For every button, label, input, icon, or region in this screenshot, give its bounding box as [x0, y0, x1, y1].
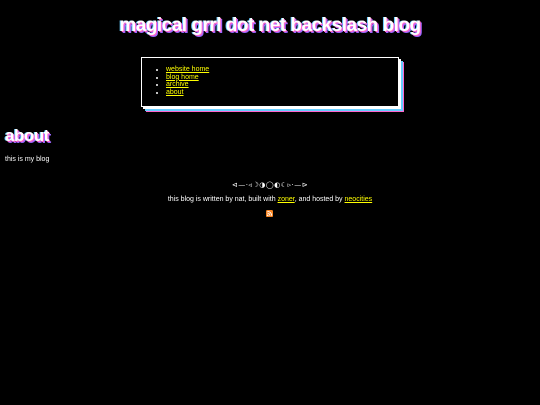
- footer-credit: this blog is written by nat, built with …: [0, 196, 540, 203]
- footer-credit-middle: , and hosted by: [294, 196, 345, 203]
- moon-phase-divider: ⊲—·◃☽◑◯◐☾▹·—⊳: [231, 181, 309, 189]
- footer-credit-prefix: this blog is written by nat, built with: [167, 196, 278, 203]
- rss-feed-icon: [266, 210, 273, 217]
- website-home-link[interactable]: website home: [166, 66, 209, 73]
- nav-item-archive: archive: [166, 81, 209, 89]
- blog-home-link[interactable]: blog home: [166, 74, 199, 81]
- rss-feed-link[interactable]: [266, 210, 273, 217]
- nav-list: website home blog home archive about: [166, 66, 209, 97]
- neocities-link[interactable]: neocities: [345, 196, 373, 203]
- site-title: magical grrl dot net backslash blog: [119, 15, 421, 36]
- nav-item-website-home: website home: [166, 66, 209, 74]
- post-title: about: [5, 126, 49, 145]
- nav-box: website home blog home archive about: [141, 57, 399, 107]
- page: magical grrl dot net backslash blog webs…: [0, 0, 540, 405]
- nav-item-blog-home: blog home: [166, 74, 209, 82]
- zoner-link[interactable]: zoner: [278, 196, 295, 203]
- about-link[interactable]: about: [166, 89, 184, 96]
- nav-item-about: about: [166, 89, 209, 97]
- post-body: this is my blog: [5, 156, 50, 163]
- archive-link[interactable]: archive: [166, 81, 189, 88]
